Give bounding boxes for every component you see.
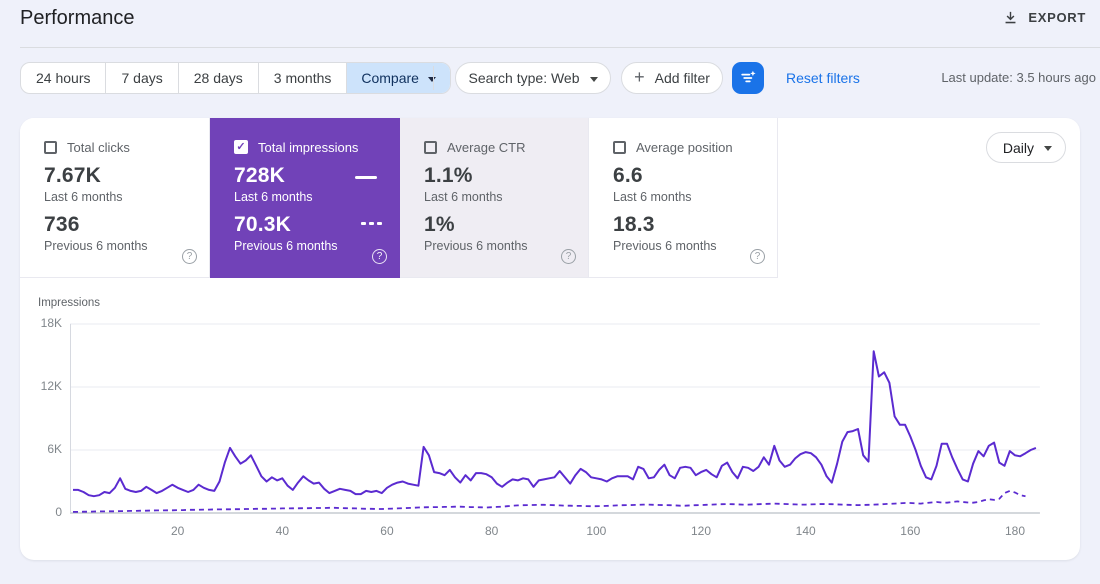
add-filter-button[interactable]: + Add filter	[621, 62, 723, 94]
total-impressions-checkbox[interactable]: ✓	[234, 140, 248, 154]
download-icon	[1002, 9, 1019, 26]
card-caption-current: Last 6 months	[424, 190, 588, 204]
plus-icon: +	[634, 68, 645, 86]
export-label: EXPORT	[1028, 10, 1086, 25]
average-ctr-checkbox[interactable]	[424, 141, 437, 154]
card-label: Total impressions	[258, 140, 358, 155]
help-icon[interactable]: ?	[750, 249, 765, 264]
range-24-hours[interactable]: 24 hours	[21, 63, 106, 93]
card-value-previous: 736	[44, 213, 209, 237]
chevron-down-icon	[590, 77, 598, 82]
card-label: Total clicks	[67, 140, 130, 155]
help-icon[interactable]: ?	[372, 249, 387, 264]
chevron-down-icon	[428, 77, 436, 82]
add-filter-label: Add filter	[655, 70, 710, 86]
page-title: Performance	[20, 7, 135, 30]
interval-dropdown[interactable]: Daily	[986, 132, 1066, 163]
card-caption-current: Last 6 months	[234, 190, 399, 204]
last-update-text: Last update: 3.5 hours ago	[941, 62, 1096, 94]
help-icon[interactable]: ?	[182, 249, 197, 264]
card-value-current: 7.67K	[44, 164, 209, 188]
toolbar-separator	[433, 66, 434, 90]
total-clicks-checkbox[interactable]	[44, 141, 57, 154]
card-value-current: 1.1%	[424, 164, 588, 188]
performance-page: Performance EXPORT 24 hours 7 days 28 da…	[0, 0, 1100, 584]
range-compare[interactable]: Compare	[347, 63, 450, 93]
card-caption-current: Last 6 months	[44, 190, 209, 204]
performance-panel: Total clicks 7.67K Last 6 months 736 Pre…	[20, 118, 1080, 560]
search-type-dropdown[interactable]: Search type: Web	[455, 62, 611, 94]
export-button[interactable]: EXPORT	[1002, 9, 1086, 26]
range-3-months[interactable]: 3 months	[259, 63, 348, 93]
card-label: Average CTR	[447, 140, 526, 155]
card-header-row: Average CTR	[424, 139, 588, 155]
header-divider	[20, 47, 1100, 48]
card-header-row: Average position	[613, 139, 777, 155]
card-average-position[interactable]: Average position 6.6 Last 6 months 18.3 …	[589, 118, 778, 278]
reset-filters-link[interactable]: Reset filters	[786, 62, 860, 94]
compare-label: Compare	[361, 70, 419, 86]
filter-toolbar: 24 hours 7 days 28 days 3 months Compare…	[0, 62, 1100, 94]
card-label: Average position	[636, 140, 733, 155]
metric-cards: Total clicks 7.67K Last 6 months 736 Pre…	[20, 118, 778, 278]
average-position-checkbox[interactable]	[613, 141, 626, 154]
card-value-previous: 70.3K	[234, 213, 399, 237]
card-total-clicks[interactable]: Total clicks 7.67K Last 6 months 736 Pre…	[20, 118, 210, 278]
card-total-impressions[interactable]: ✓ Total impressions 728K Last 6 months 7…	[210, 118, 400, 278]
card-average-ctr[interactable]: Average CTR 1.1% Last 6 months 1% Previo…	[400, 118, 589, 278]
help-icon[interactable]: ?	[561, 249, 576, 264]
impressions-line-chart	[70, 304, 1060, 519]
card-caption-current: Last 6 months	[613, 190, 777, 204]
chevron-down-icon	[1044, 146, 1052, 151]
card-header-row: Total clicks	[44, 139, 209, 155]
card-value-previous: 18.3	[613, 213, 777, 237]
dashed-line-legend-icon	[361, 222, 382, 225]
range-28-days[interactable]: 28 days	[179, 63, 259, 93]
date-range-group: 24 hours 7 days 28 days 3 months Compare	[20, 62, 451, 94]
interval-value: Daily	[1003, 140, 1034, 156]
card-value-previous: 1%	[424, 213, 588, 237]
filter-sparkle-icon	[739, 69, 757, 87]
card-value-current: 6.6	[613, 164, 777, 188]
search-type-label: Search type: Web	[468, 70, 579, 86]
card-header-row: ✓ Total impressions	[234, 139, 399, 155]
range-7-days[interactable]: 7 days	[106, 63, 178, 93]
solid-line-legend-icon	[355, 176, 377, 179]
ai-filter-button[interactable]	[732, 62, 764, 94]
